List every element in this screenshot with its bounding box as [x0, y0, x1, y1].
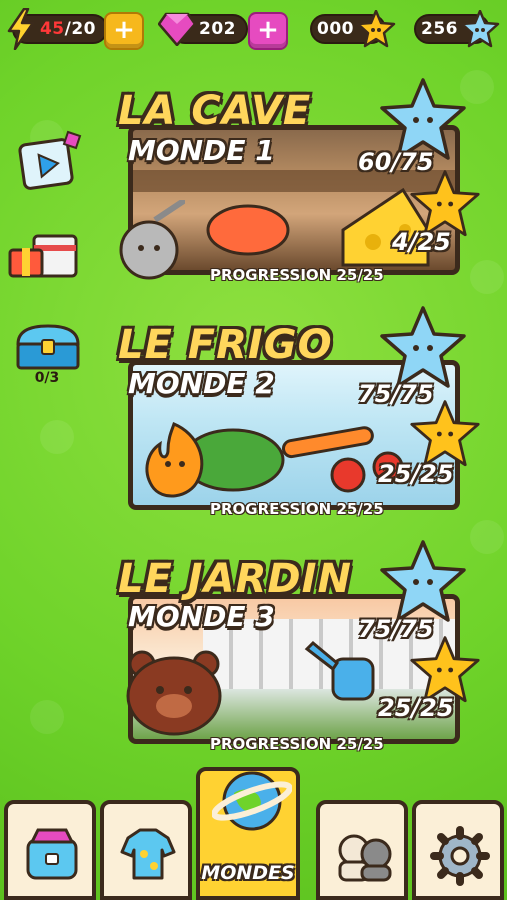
nav-costume-button[interactable] [100, 800, 192, 900]
costume-icon [120, 828, 176, 880]
add-gems-button[interactable]: + [248, 12, 288, 50]
world-title-frigo: LE FRIGO [118, 322, 333, 368]
gem-icon [158, 12, 196, 46]
gold-star-score-cave: 4/25 [392, 228, 451, 256]
world-subtitle-cave: MONDE 1 [128, 134, 275, 167]
gold-star-score-frigo: 25/25 [378, 460, 454, 488]
world-subtitle-jardin: MONDE 3 [128, 600, 275, 633]
treasure-chest-icon[interactable] [12, 322, 84, 372]
nav-worlds-button[interactable]: MONDES [196, 767, 300, 900]
ball-and-chain-cat-icon [119, 200, 185, 280]
world-title-cave: LA CAVE [118, 88, 312, 134]
daily-calendar-icon[interactable] [8, 226, 82, 282]
nav-friends-button[interactable] [316, 800, 408, 900]
bg-bubble [40, 420, 74, 454]
gold-cat-star-icon [356, 10, 396, 48]
video-ad-icon[interactable] [18, 128, 88, 194]
nav-shop-button[interactable] [4, 800, 96, 900]
energy-max: /20 [64, 19, 96, 39]
nav-worlds-label: MONDES [201, 862, 295, 884]
top-resource-bar: 45/20 + 202 + 000 256 [0, 8, 507, 50]
blue-cat-star-icon [380, 306, 466, 388]
bear-icon [126, 650, 222, 736]
energy-current: 45 [39, 19, 65, 39]
bg-bubble [470, 520, 504, 554]
world-subtitle-frigo: MONDE 2 [128, 367, 275, 400]
gold-star-score-jardin: 25/25 [378, 694, 454, 722]
bg-bubble [470, 260, 504, 294]
blue-star-value: 256 [421, 19, 458, 39]
friends-icon [338, 834, 392, 882]
blue-cat-star-icon [460, 10, 500, 48]
progress-cave: PROGRESSION 25/25 [210, 266, 384, 284]
bg-bubble [30, 700, 64, 734]
bottom-nav: MONDES [0, 767, 507, 900]
world-title-jardin: LE JARDIN [118, 556, 352, 602]
gold-star-value: 000 [317, 19, 354, 39]
gem-value: 202 [199, 19, 236, 39]
add-energy-button[interactable]: + [104, 12, 144, 50]
progress-frigo: PROGRESSION 25/25 [210, 500, 384, 518]
nav-settings-button[interactable] [412, 800, 504, 900]
blue-cat-star-icon [380, 540, 466, 622]
settings-gear-icon [430, 826, 490, 886]
button-lid-icon [206, 204, 290, 256]
lightning-icon [7, 8, 35, 50]
gold-cat-star-icon [410, 400, 480, 467]
chest-counter: 0/3 [34, 370, 60, 386]
progress-jardin: PROGRESSION 25/25 [210, 735, 384, 753]
planet-icon [212, 771, 292, 831]
fire-cat-icon [145, 421, 204, 498]
shop-icon [26, 828, 78, 880]
